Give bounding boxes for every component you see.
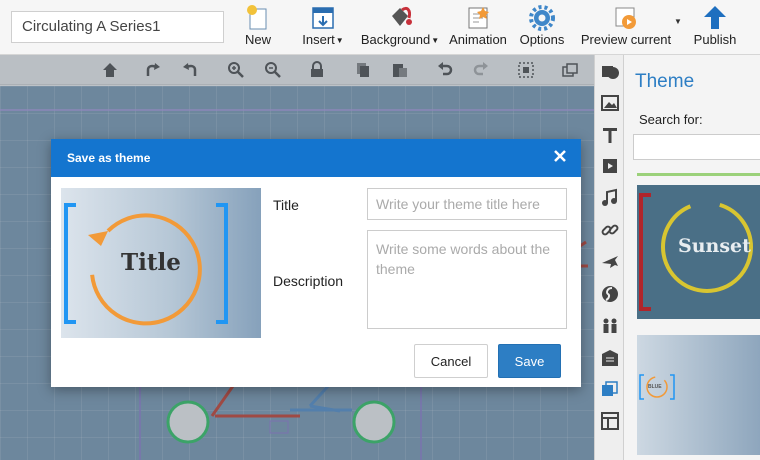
theme-description-input[interactable]	[367, 230, 567, 329]
gear-icon	[529, 5, 555, 31]
people-icon[interactable]	[600, 316, 620, 336]
theme-panel: Theme Search for: Sunset BLUE	[624, 55, 760, 460]
theme-card-blue-label: BLUE	[648, 384, 662, 390]
search-label: Search for:	[639, 112, 703, 127]
options-button[interactable]: Options	[516, 2, 568, 52]
animation-label: Animation	[449, 32, 507, 47]
preview-icon	[615, 7, 636, 29]
preview-caret-down-icon[interactable]: ▼	[674, 17, 682, 26]
image-icon[interactable]	[600, 93, 620, 113]
theme-search-input[interactable]	[633, 134, 760, 160]
caret-down-icon: ▼	[431, 35, 440, 45]
link-icon[interactable]	[600, 220, 620, 240]
insert-label: Insert	[302, 32, 335, 47]
description-label: Description	[273, 273, 344, 289]
save-as-theme-dialog: Save as theme Title Title Description Ca…	[51, 139, 581, 387]
insert-button[interactable]: Insert▼	[300, 2, 346, 52]
upload-arrow-icon	[704, 6, 726, 29]
caret-down-icon: ▼	[335, 35, 344, 45]
background-label: Background	[360, 32, 431, 47]
layout-icon[interactable]	[600, 411, 620, 431]
preview-current-button[interactable]: Preview current	[578, 2, 674, 52]
insert-icon	[312, 7, 334, 29]
animation-button[interactable]: Animation	[446, 2, 510, 52]
title-label: Title	[273, 197, 299, 213]
publish-button[interactable]: Publish	[692, 2, 738, 52]
text-icon[interactable]	[600, 125, 620, 145]
publish-label: Publish	[693, 32, 737, 47]
background-button[interactable]: Background▼	[360, 2, 440, 52]
close-icon[interactable]	[551, 147, 569, 165]
cancel-button[interactable]: Cancel	[414, 344, 488, 378]
music-icon[interactable]	[600, 188, 620, 208]
theme-card-blue[interactable]: BLUE	[637, 335, 760, 455]
dialog-header: Save as theme	[51, 139, 581, 177]
new-button[interactable]: New	[240, 2, 276, 52]
preview-title-text: Title	[121, 249, 181, 276]
save-button[interactable]: Save	[498, 344, 561, 378]
theme-card-sunset-label: Sunset	[678, 235, 751, 257]
options-label: Options	[519, 32, 565, 47]
preview-label: Preview current	[580, 32, 672, 47]
theme-preview: Title	[61, 188, 261, 338]
theme-card-sunset[interactable]: Sunset	[637, 185, 760, 319]
document-title-field[interactable]: Circulating A Series1	[11, 11, 224, 43]
new-label: New	[244, 32, 271, 47]
theme-panel-title: Theme	[635, 71, 695, 92]
flash-icon[interactable]	[600, 284, 620, 304]
airplane-icon[interactable]	[600, 252, 620, 272]
insert-strip	[594, 55, 624, 460]
paint-bucket-icon	[392, 6, 412, 26]
animation-icon	[468, 7, 489, 29]
shapes-icon[interactable]	[600, 62, 620, 82]
new-document-icon	[247, 5, 267, 30]
video-icon[interactable]	[600, 156, 620, 176]
blue-preview	[639, 374, 675, 400]
notes-icon[interactable]	[600, 348, 620, 368]
dialog-title: Save as theme	[67, 151, 151, 165]
theme-title-input[interactable]	[367, 188, 567, 220]
top-toolbar: Circulating A Series1 New Insert▼ Backgr…	[0, 0, 760, 55]
layers-icon[interactable]	[600, 379, 620, 399]
theme-divider	[637, 173, 760, 176]
